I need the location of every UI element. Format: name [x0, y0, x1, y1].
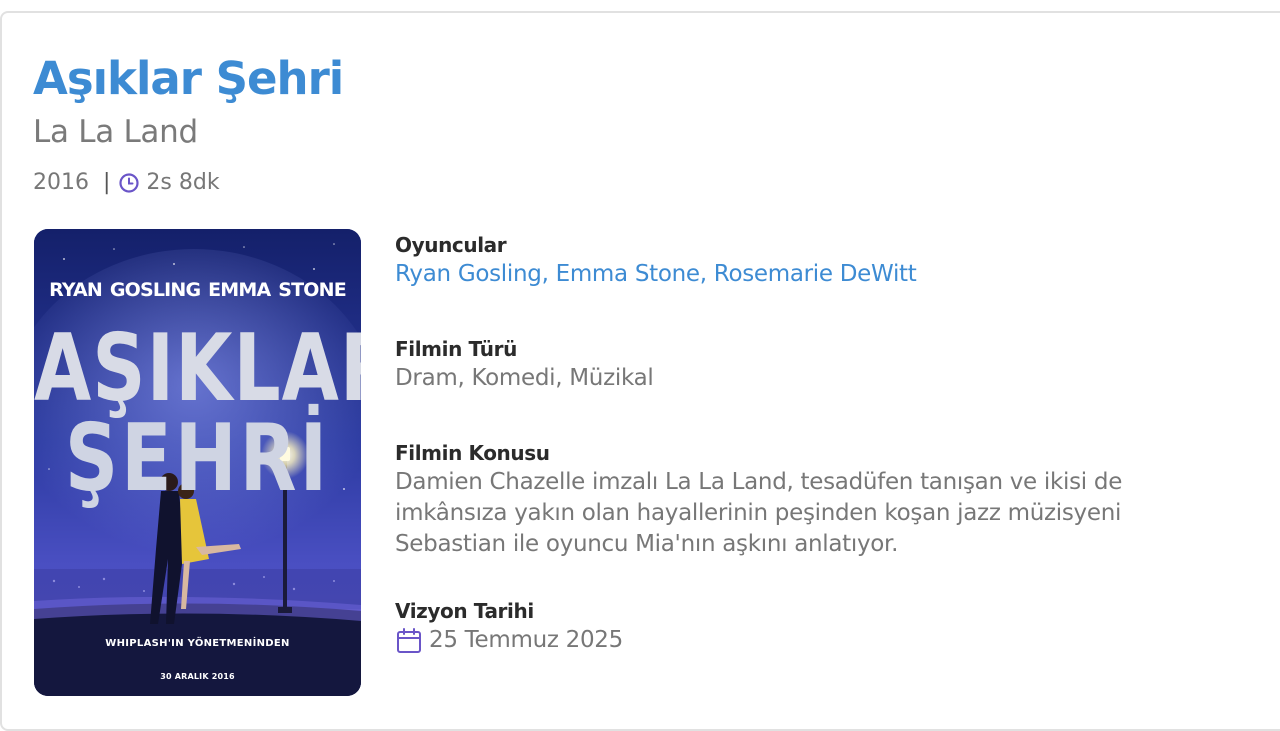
cast-separator: ,	[699, 261, 714, 287]
calendar-icon	[395, 627, 423, 655]
release-year: 2016	[33, 170, 89, 195]
cast-list: Ryan Gosling, Emma Stone, Rosemarie DeWi…	[395, 259, 917, 289]
genre-list: Dram, Komedi, Müzikal	[395, 365, 654, 391]
release-label: Vizyon Tarihi	[395, 599, 534, 623]
cast-link-ryan-gosling[interactable]: Ryan Gosling	[395, 261, 542, 287]
movie-meta: 2016 | 2s 8dk	[33, 168, 220, 198]
duration: 2s 8dk	[146, 170, 220, 195]
original-title: La La Land	[33, 114, 198, 150]
movie-poster[interactable]: RYAN GOSLING EMMA STONE AŞIKLAR ŞEHRİ WH…	[34, 229, 361, 696]
poster-date: 30 ARALIK 2016	[160, 672, 235, 681]
poster-actors: RYAN GOSLING EMMA STONE	[49, 279, 347, 301]
genre-label: Filmin Türü	[395, 337, 517, 361]
release-date-row: 25 Temmuz 2025	[395, 625, 623, 656]
poster-title-line-2: ŞEHRİ	[64, 405, 331, 513]
clock-icon	[118, 172, 140, 194]
movie-card: Aşıklar Şehri La La Land 2016 | 2s 8dk R…	[0, 11, 1280, 731]
plot-text: Damien Chazelle imzalı La La Land, tesad…	[395, 469, 1123, 557]
poster-tagline: WHIPLASH'IN YÖNETMENİNDEN	[105, 638, 290, 649]
cast-label: Oyuncular	[395, 233, 507, 257]
movie-title[interactable]: Aşıklar Şehri	[33, 51, 344, 107]
plot-label: Filmin Konusu	[395, 441, 550, 465]
cast-section: Oyuncular Ryan Gosling, Emma Stone, Rose…	[395, 231, 917, 289]
cast-link-rosemarie-dewitt[interactable]: Rosemarie DeWitt	[714, 261, 917, 287]
cast-link-emma-stone[interactable]: Emma Stone	[556, 261, 700, 287]
release-date: 25 Temmuz 2025	[429, 627, 623, 653]
genre-section: Filmin Türü Dram, Komedi, Müzikal	[395, 335, 654, 394]
meta-separator: |	[103, 170, 111, 195]
cast-separator: ,	[541, 261, 556, 287]
plot-section: Filmin Konusu Damien Chazelle imzalı La …	[395, 439, 1215, 560]
release-section: Vizyon Tarihi 25 Temmuz 2025	[395, 597, 623, 656]
